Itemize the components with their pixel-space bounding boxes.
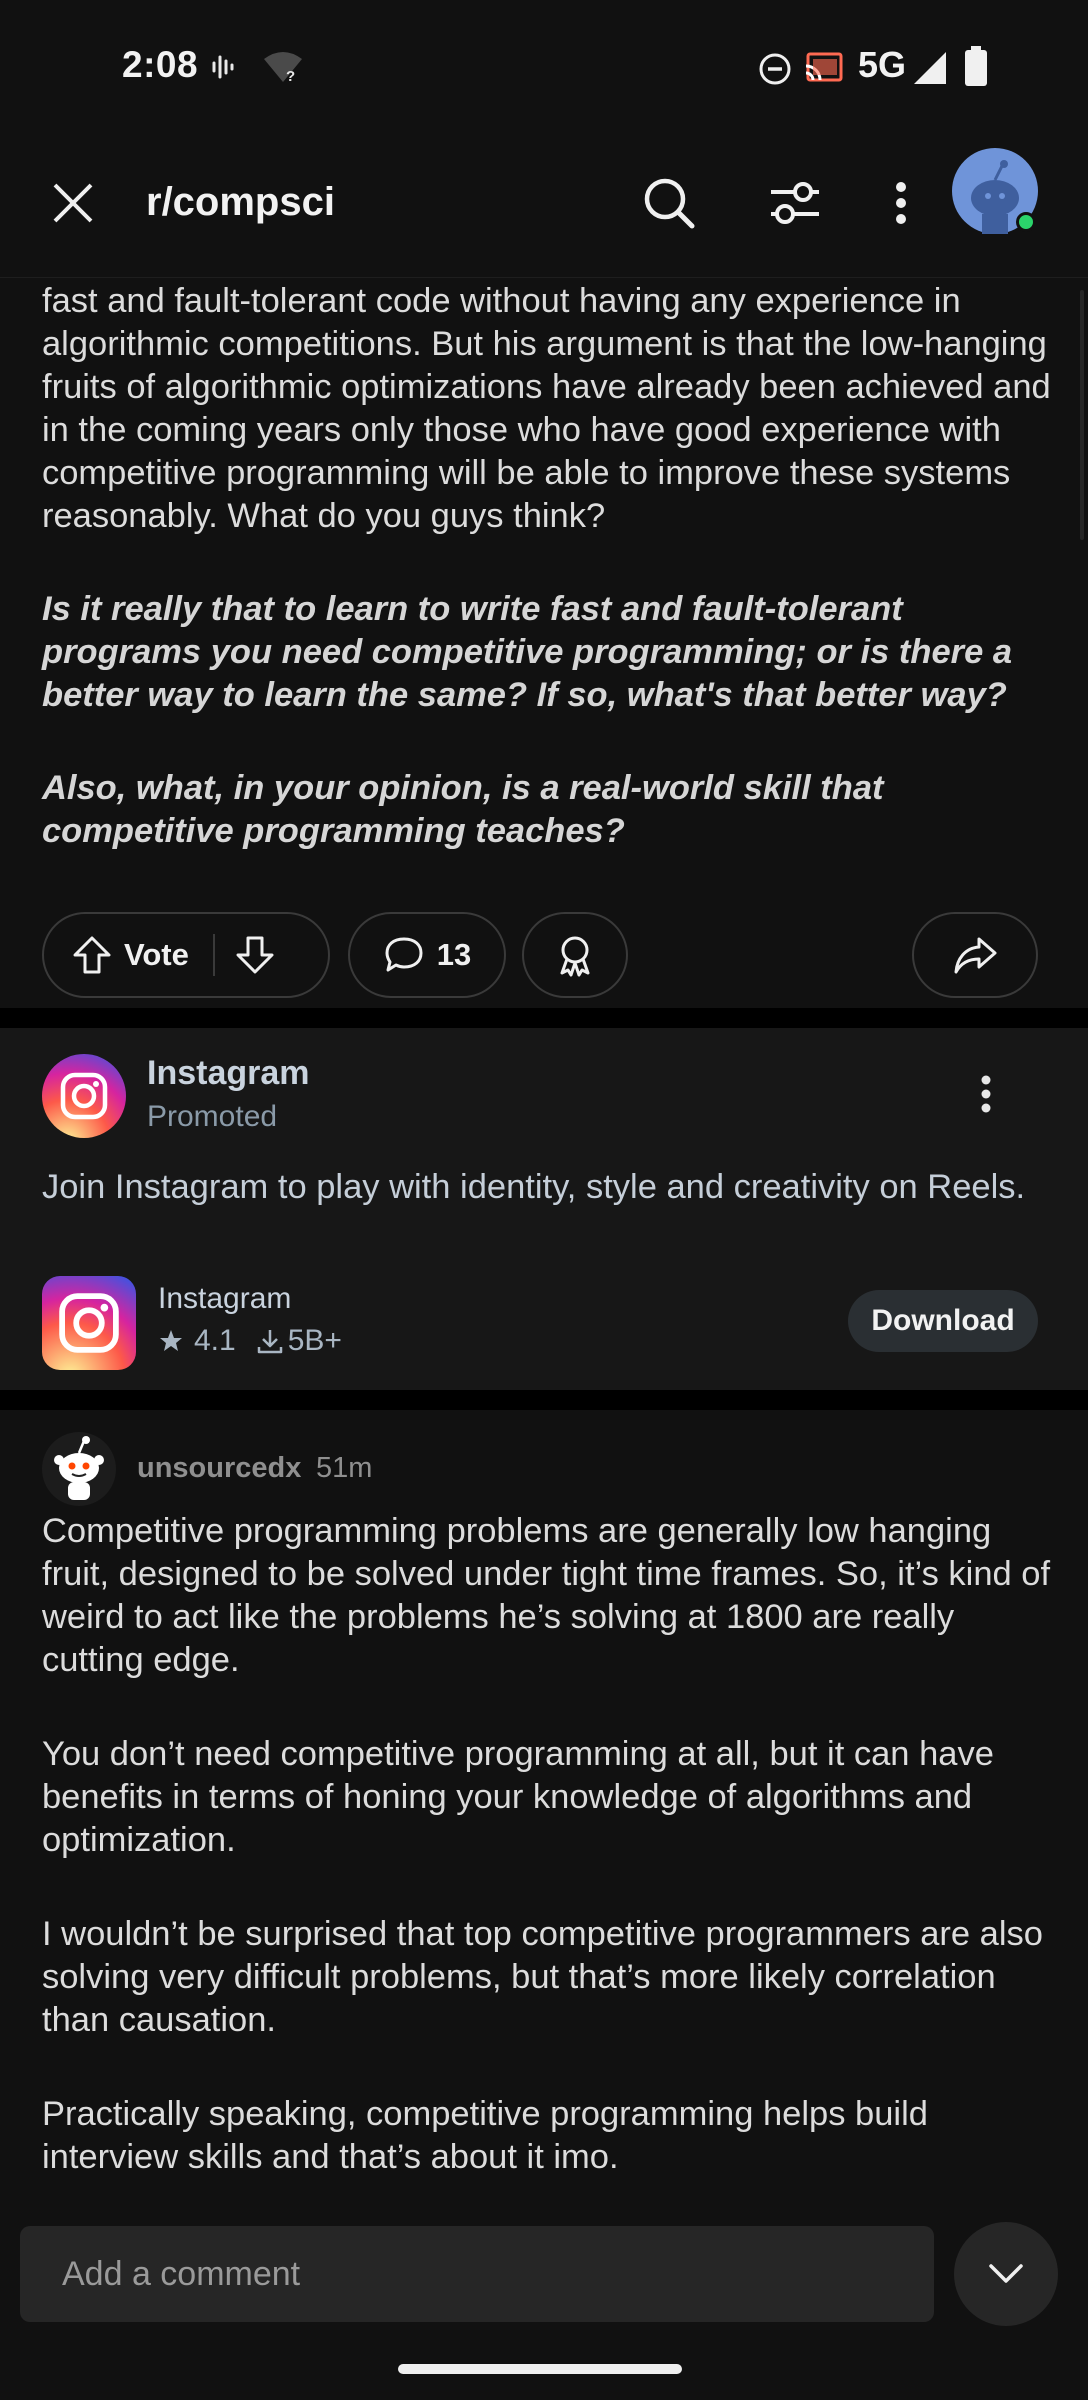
section-divider [0, 1390, 1088, 1410]
vote-control: Vote [42, 912, 330, 998]
post-actions: Vote 13 [42, 912, 1052, 998]
vote-label: Vote [124, 937, 189, 972]
comment-composer [0, 2200, 1088, 2400]
promoted-post[interactable]: Instagram Promoted Join Instagram to pla… [0, 1028, 1088, 1390]
vote-divider [212, 934, 215, 976]
commenter-avatar[interactable] [42, 1432, 116, 1506]
search-icon [644, 178, 695, 229]
instagram-icon [59, 1293, 119, 1353]
signal-icon [914, 52, 946, 84]
search-button[interactable] [636, 170, 702, 236]
share-button[interactable] [912, 912, 1038, 998]
comment-paragraph: Competitive programming problems are gen… [42, 1512, 1051, 1679]
promoted-label: Promoted [147, 1100, 278, 1133]
app-downloads: 5B+ [287, 1324, 342, 1357]
downvote-icon[interactable] [235, 935, 275, 975]
comment-body: Competitive programming problems are gen… [42, 1510, 1062, 2230]
share-icon [954, 937, 997, 974]
award-icon [560, 936, 590, 977]
more-vert-icon [896, 182, 906, 224]
post-body: fast and fault-tolerant code without hav… [42, 280, 1052, 903]
wifi-unknown-icon: ? [264, 52, 302, 84]
add-comment-input[interactable] [20, 2226, 934, 2322]
svg-text:?: ? [286, 68, 295, 84]
user-avatar[interactable] [952, 148, 1038, 234]
chevron-down-icon [989, 2264, 1023, 2283]
comment-icon [385, 937, 423, 972]
comments-button[interactable]: 13 [348, 912, 506, 998]
scrollbar[interactable] [1080, 290, 1084, 540]
online-indicator [1016, 212, 1036, 232]
snoo-avatar-icon [54, 1436, 104, 1500]
filter-button[interactable] [762, 170, 828, 236]
star-icon [160, 1330, 182, 1351]
comment-paragraph: I wouldn’t be surprised that top competi… [42, 1915, 1043, 2039]
close-button[interactable] [40, 170, 106, 236]
app-icon[interactable] [42, 1276, 136, 1370]
scroll-down-button[interactable] [954, 2222, 1058, 2326]
cast-icon [805, 52, 843, 82]
app-meta: 4.1 5B+ [158, 1324, 342, 1358]
app-name: Instagram [158, 1282, 292, 1315]
post-question: Also, what, in your opinion, is a real-w… [42, 769, 884, 850]
top-app-bar: r/compsci [0, 130, 1088, 278]
comment-count: 13 [436, 937, 472, 972]
upvote-icon[interactable] [72, 935, 112, 975]
advertiser-name[interactable]: Instagram [147, 1054, 310, 1093]
instagram-icon [60, 1072, 108, 1120]
do-not-disturb-icon [759, 53, 791, 85]
download-button[interactable]: Download [848, 1290, 1038, 1352]
ad-more-button[interactable] [978, 1072, 994, 1121]
section-divider [0, 1008, 1088, 1028]
status-bar: 2:08 ? 5G [0, 0, 1088, 130]
award-button[interactable] [522, 912, 628, 998]
comment-time: 51m [316, 1452, 373, 1484]
post-paragraph: fast and fault-tolerant code without hav… [42, 282, 1051, 535]
voice-wave-icon [212, 55, 234, 79]
more-vert-icon [981, 1075, 991, 1113]
app-rating: 4.1 [194, 1324, 236, 1357]
filter-icon [771, 182, 819, 224]
network-type: 5G [858, 44, 907, 85]
download-icon [257, 1330, 282, 1354]
advertiser-logo[interactable] [42, 1054, 126, 1138]
post-question: Is it really that to learn to write fast… [42, 590, 1013, 714]
commenter-username[interactable]: unsourcedx [137, 1452, 301, 1485]
status-time: 2:08 [122, 44, 199, 85]
comment-paragraph: You don’t need competitive programming a… [42, 1735, 994, 1859]
more-options-button[interactable] [868, 170, 934, 236]
comment-paragraph: Practically speaking, competitive progra… [42, 2095, 928, 2176]
close-icon [53, 183, 93, 223]
battery-icon [965, 46, 987, 86]
home-indicator[interactable] [398, 2364, 682, 2374]
subreddit-title[interactable]: r/compsci [146, 180, 335, 225]
ad-text: Join Instagram to play with identity, st… [42, 1168, 1026, 1206]
